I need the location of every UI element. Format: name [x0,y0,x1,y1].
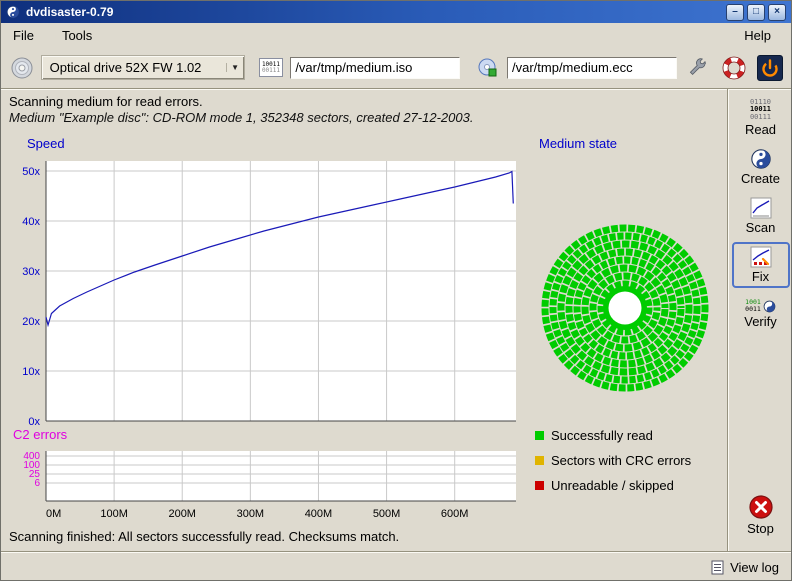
iso-path-input[interactable] [290,57,460,79]
legend-label: Successfully read [551,428,653,443]
fix-button[interactable]: Fix [732,242,790,288]
svg-text:6: 6 [34,478,40,489]
read-label: Read [745,122,776,137]
fix-chart-icon [750,246,772,268]
verify-icon: 1001 0011 [745,299,776,313]
wrench-icon [685,56,709,80]
help-button[interactable] [720,54,748,82]
view-log-label: View log [730,560,779,575]
c2-errors-chart-title: C2 errors [13,427,67,442]
cd-drive-icon [10,56,34,80]
svg-text:200M: 200M [168,508,196,520]
window-title: dvdisaster-0.79 [26,5,720,19]
scan-label: Scan [746,220,776,235]
read-button[interactable]: 01110 10011 00111 Read [732,95,790,141]
status-line-2: Medium "Example disc": CD-ROM mode 1, 35… [9,110,473,125]
svg-text:50x: 50x [22,166,40,178]
legend-item-unreadable: Unreadable / skipped [535,473,691,498]
legend-item-read: Successfully read [535,423,691,448]
legend-color-crc [535,456,544,465]
medium-state-legend: Successfully read Sectors with CRC error… [535,423,691,498]
menu-file[interactable]: File [9,26,38,45]
iso-binary-icon: 10011 00111 [259,58,283,77]
menu-help[interactable]: Help [740,26,775,45]
svg-text:100M: 100M [100,508,128,520]
stop-label: Stop [747,521,774,536]
stop-icon [748,494,774,520]
titlebar[interactable]: dvdisaster-0.79 – □ × [1,1,791,23]
app-window: dvdisaster-0.79 – □ × File Tools Help Op… [0,0,792,581]
binary-read-icon: 01110 10011 00111 [750,99,771,122]
svg-text:0M: 0M [46,508,61,520]
svg-text:600M: 600M [441,508,469,520]
close-button[interactable]: × [768,4,786,21]
speed-c2-chart: 0x10x20x30x40x50x4001002560M100M200M300M… [1,151,526,521]
maximize-button[interactable]: □ [747,4,765,21]
menu-tools[interactable]: Tools [58,26,96,45]
toolbar: Optical drive 52X FW 1.02 ▼ 10011 00111 [1,47,791,89]
ecc-path-input[interactable] [507,57,677,79]
ecc-file-button[interactable] [474,54,501,82]
scan-chart-icon [750,197,772,219]
drive-select[interactable]: Optical drive 52X FW 1.02 ▼ [42,56,244,79]
stop-button[interactable]: Stop [732,491,790,539]
quit-button[interactable] [757,55,783,81]
action-sidebar: 01110 10011 00111 Read Create [727,89,792,551]
svg-text:20x: 20x [22,316,40,328]
create-button[interactable]: Create [732,144,790,190]
preferences-button[interactable] [683,54,711,82]
svg-text:10x: 10x [22,366,40,378]
medium-state-title: Medium state [539,136,617,151]
log-icon [711,560,724,575]
legend-item-crc: Sectors with CRC errors [535,448,691,473]
create-label: Create [741,171,780,186]
chevron-down-icon: ▼ [226,63,244,72]
svg-text:400M: 400M [305,508,333,520]
svg-text:300M: 300M [237,508,265,520]
scan-button[interactable]: Scan [732,193,790,239]
life-ring-icon [722,56,746,80]
ecc-disc-icon [477,57,499,79]
app-icon [6,5,20,19]
legend-label: Unreadable / skipped [551,478,674,493]
finish-status: Scanning finished: All sectors successfu… [9,529,399,544]
legend-color-success [535,431,544,440]
footer-bar: View log [1,551,791,581]
legend-label: Sectors with CRC errors [551,453,691,468]
minimize-button[interactable]: – [726,4,744,21]
fix-label: Fix [752,269,769,284]
svg-text:40x: 40x [22,216,40,228]
view-log-button[interactable]: View log [707,558,783,577]
power-icon [759,57,781,79]
medium-state-disc [539,222,711,394]
iso-file-button[interactable]: 10011 00111 [258,54,285,82]
status-line-1: Scanning medium for read errors. [9,94,203,109]
speed-chart-title: Speed [27,136,65,151]
svg-text:500M: 500M [373,508,401,520]
drive-select-value: Optical drive 52X FW 1.02 [42,60,226,75]
drive-icon-button[interactable] [9,54,36,82]
menubar: File Tools Help [1,23,791,47]
verify-button[interactable]: 1001 0011 Verify [732,291,790,337]
svg-text:30x: 30x [22,266,40,278]
yin-yang-icon [750,148,772,170]
main-content: Scanning medium for read errors. Medium … [1,89,727,551]
legend-color-unreadable [535,481,544,490]
verify-label: Verify [744,314,777,329]
